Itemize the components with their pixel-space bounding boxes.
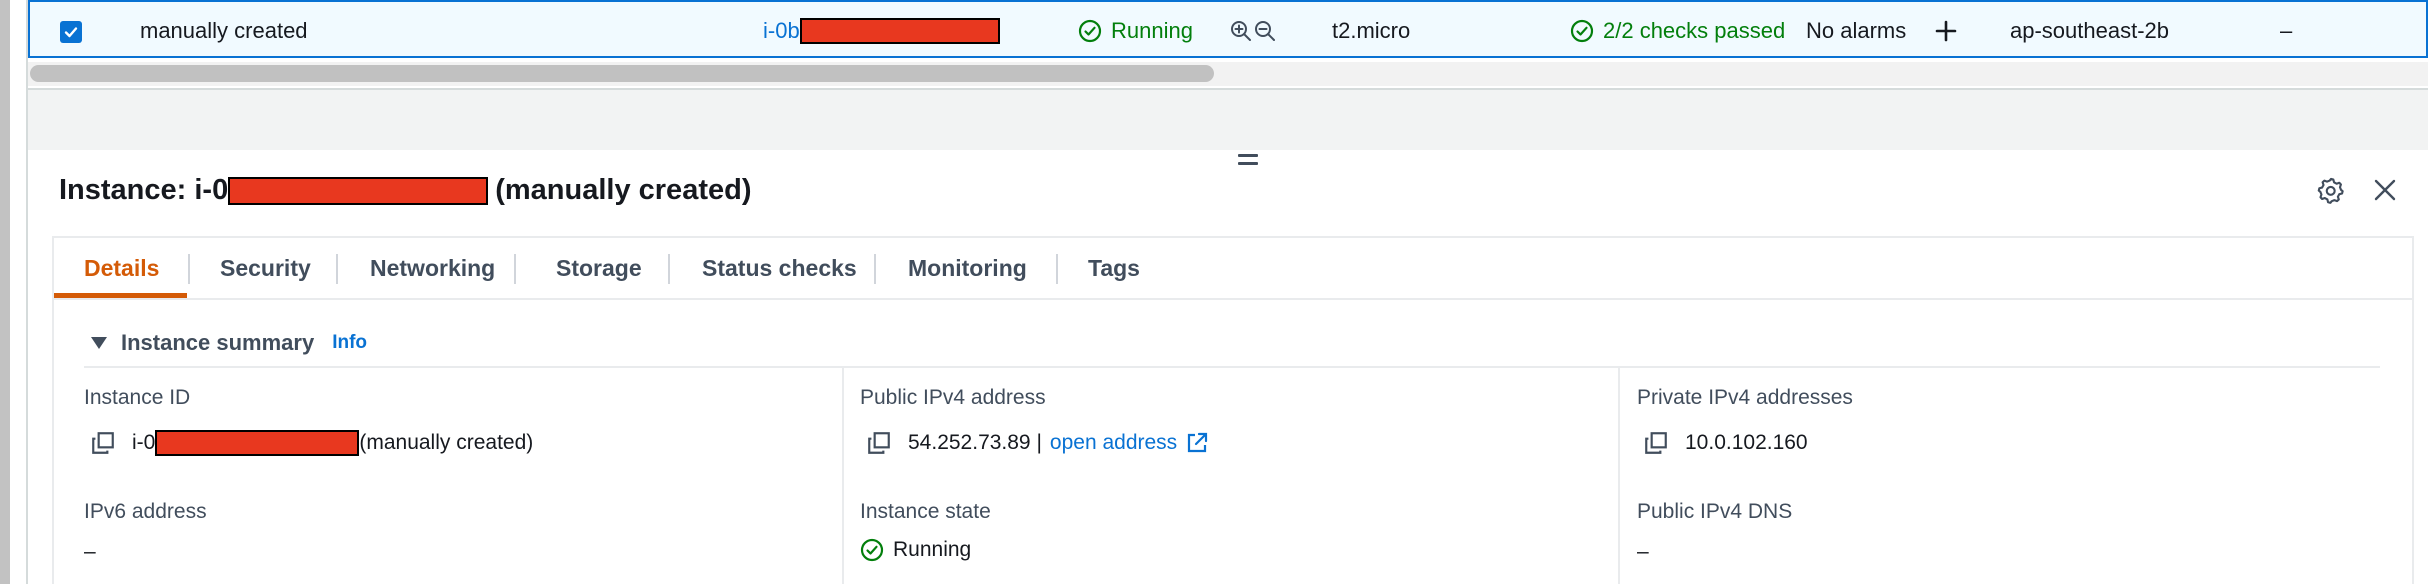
instance-id-link[interactable]: i-0b: [763, 18, 800, 44]
summary-title: Instance summary: [121, 330, 315, 355]
availability-zone-cell: ap-southeast-2b: [2010, 18, 2169, 43]
horizontal-scrollbar-thumb[interactable]: [30, 65, 1214, 82]
public-ipv4-text: 54.252.73.89 |: [908, 431, 1042, 454]
add-alarm-button[interactable]: [1934, 2, 1958, 60]
private-ipv4-label: Private IPv4 addresses: [1637, 386, 1853, 409]
ipv6-label: IPv6 address: [84, 500, 207, 523]
status-check-cell[interactable]: 2/2 checks passed: [1570, 2, 1785, 60]
empty-value-cell: –: [2280, 18, 2293, 43]
instance-state-text: Running: [1111, 18, 1193, 43]
alarm-status-cell: No alarms: [1806, 18, 1907, 43]
redaction-box: [799, 18, 1000, 44]
panel-resize-handle[interactable]: [1238, 154, 1258, 168]
tab-monitoring[interactable]: Monitoring: [908, 238, 1027, 298]
redaction-box: [155, 430, 360, 456]
instance-type-cell: t2.micro: [1332, 18, 1411, 43]
instance-name-cell: manually created: [140, 18, 308, 43]
instance-summary-header[interactable]: Instance summary Info: [91, 330, 367, 356]
instance-id-label: Instance ID: [84, 386, 191, 409]
tab-status-checks[interactable]: Status checks: [702, 238, 857, 298]
zoom-in-icon[interactable]: [1230, 20, 1252, 42]
tab-tags[interactable]: Tags: [1088, 238, 1140, 298]
plus-icon: [1934, 19, 1958, 43]
details-tabs: Details Security Networking Storage Stat…: [54, 238, 2412, 300]
redaction-box: [228, 176, 489, 205]
ipv6-value: –: [84, 540, 96, 563]
tab-networking[interactable]: Networking: [370, 238, 495, 298]
settings-gear-icon[interactable]: [2316, 175, 2346, 205]
instance-table-row[interactable]: manually created i-0b Running t2.micro 2…: [28, 0, 2428, 58]
caret-down-icon: [91, 337, 107, 349]
copy-icon[interactable]: [1643, 430, 1669, 456]
tab-storage[interactable]: Storage: [556, 238, 642, 298]
instance-state-label: Instance state: [860, 500, 991, 523]
tab-separator: [188, 254, 190, 284]
public-dns-value: –: [1637, 540, 1649, 563]
row-checkbox[interactable]: [60, 21, 82, 43]
column-divider: [842, 368, 844, 584]
tab-separator: [668, 254, 670, 284]
tab-security[interactable]: Security: [220, 238, 311, 298]
tab-details[interactable]: Details: [84, 238, 159, 298]
table-footer-area: [28, 88, 2428, 152]
instance-id-prefix: i-0: [132, 431, 156, 454]
tab-separator: [514, 254, 516, 284]
tab-separator: [874, 254, 876, 284]
panel-title: Instance: i-0 (manually created): [59, 174, 751, 207]
summary-divider: [84, 366, 2380, 368]
instance-id-value: i-0 (manually created): [90, 430, 533, 456]
external-link-icon[interactable]: [1185, 431, 1209, 455]
instance-state-text: Running: [893, 538, 972, 561]
panel-title-suffix: (manually created): [495, 174, 752, 206]
instance-id-cell[interactable]: i-0b: [763, 2, 1000, 60]
status-check-text: 2/2 checks passed: [1603, 18, 1786, 43]
private-ipv4-text: 10.0.102.160: [1685, 431, 1808, 454]
public-ipv4-label: Public IPv4 address: [860, 386, 1046, 409]
public-dns-label: Public IPv4 DNS: [1637, 500, 1793, 523]
public-ipv4-value: 54.252.73.89 | open address: [866, 430, 1209, 456]
private-ipv4-value: 10.0.102.160: [1643, 430, 1808, 456]
copy-icon[interactable]: [90, 430, 116, 456]
column-divider: [1618, 368, 1620, 584]
status-check-icon: [1570, 19, 1594, 43]
instance-state-cell: Running: [1078, 2, 1193, 60]
checkbox-checked-icon: [64, 27, 78, 38]
instance-state-value: Running: [860, 538, 971, 562]
zoom-controls: [1230, 2, 1276, 60]
status-check-icon: [1078, 19, 1102, 43]
tab-separator: [336, 254, 338, 284]
instance-id-suffix: (manually created): [359, 431, 534, 454]
copy-icon[interactable]: [866, 430, 892, 456]
zoom-out-icon[interactable]: [1254, 20, 1276, 42]
tab-separator: [1056, 254, 1058, 284]
close-icon[interactable]: [2370, 175, 2400, 205]
window-left-border: [0, 0, 10, 584]
info-link[interactable]: Info: [332, 332, 367, 354]
panel-title-prefix: Instance: i-0: [59, 174, 229, 206]
open-address-link[interactable]: open address: [1050, 431, 1177, 455]
status-check-icon: [860, 538, 884, 562]
